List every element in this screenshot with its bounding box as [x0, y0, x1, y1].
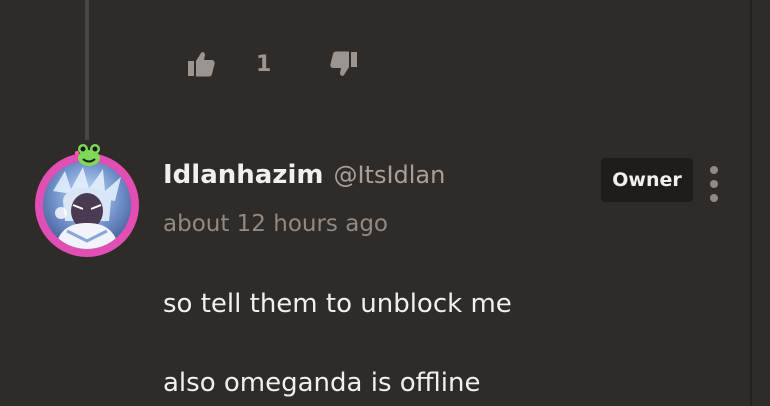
vote-count: 1 — [256, 51, 272, 77]
avatar-ring — [35, 153, 139, 257]
author-name[interactable]: Idlanhazim — [163, 160, 323, 190]
more-options-button[interactable] — [700, 164, 728, 204]
comment-timestamp: about 12 hours ago — [163, 211, 388, 237]
comment-text-line: so tell them to unblock me — [163, 289, 512, 319]
upvote-button[interactable] — [186, 49, 216, 79]
thread-connector-line — [85, 0, 89, 140]
author-avatar[interactable] — [35, 141, 141, 257]
vote-row: 1 — [186, 46, 359, 82]
panel-divider — [750, 0, 752, 406]
comment-thread: 1 Idlanhazim @ItsIdlan about 12 hours ag… — [0, 0, 770, 406]
downvote-button[interactable] — [329, 49, 359, 79]
avatar-image — [43, 161, 131, 249]
thumbs-up-icon — [188, 52, 215, 77]
comment-text-line: also omeganda is offline — [163, 368, 481, 398]
frog-badge-icon — [75, 144, 100, 166]
more-vertical-icon — [710, 166, 718, 174]
comment-body: so tell them to unblock me also omeganda… — [163, 284, 743, 403]
author-handle[interactable]: @ItsIdlan — [333, 161, 445, 189]
comment-header: Idlanhazim @ItsIdlan — [163, 160, 445, 190]
thumbs-down-icon — [330, 51, 358, 76]
owner-badge: Owner — [601, 158, 693, 202]
